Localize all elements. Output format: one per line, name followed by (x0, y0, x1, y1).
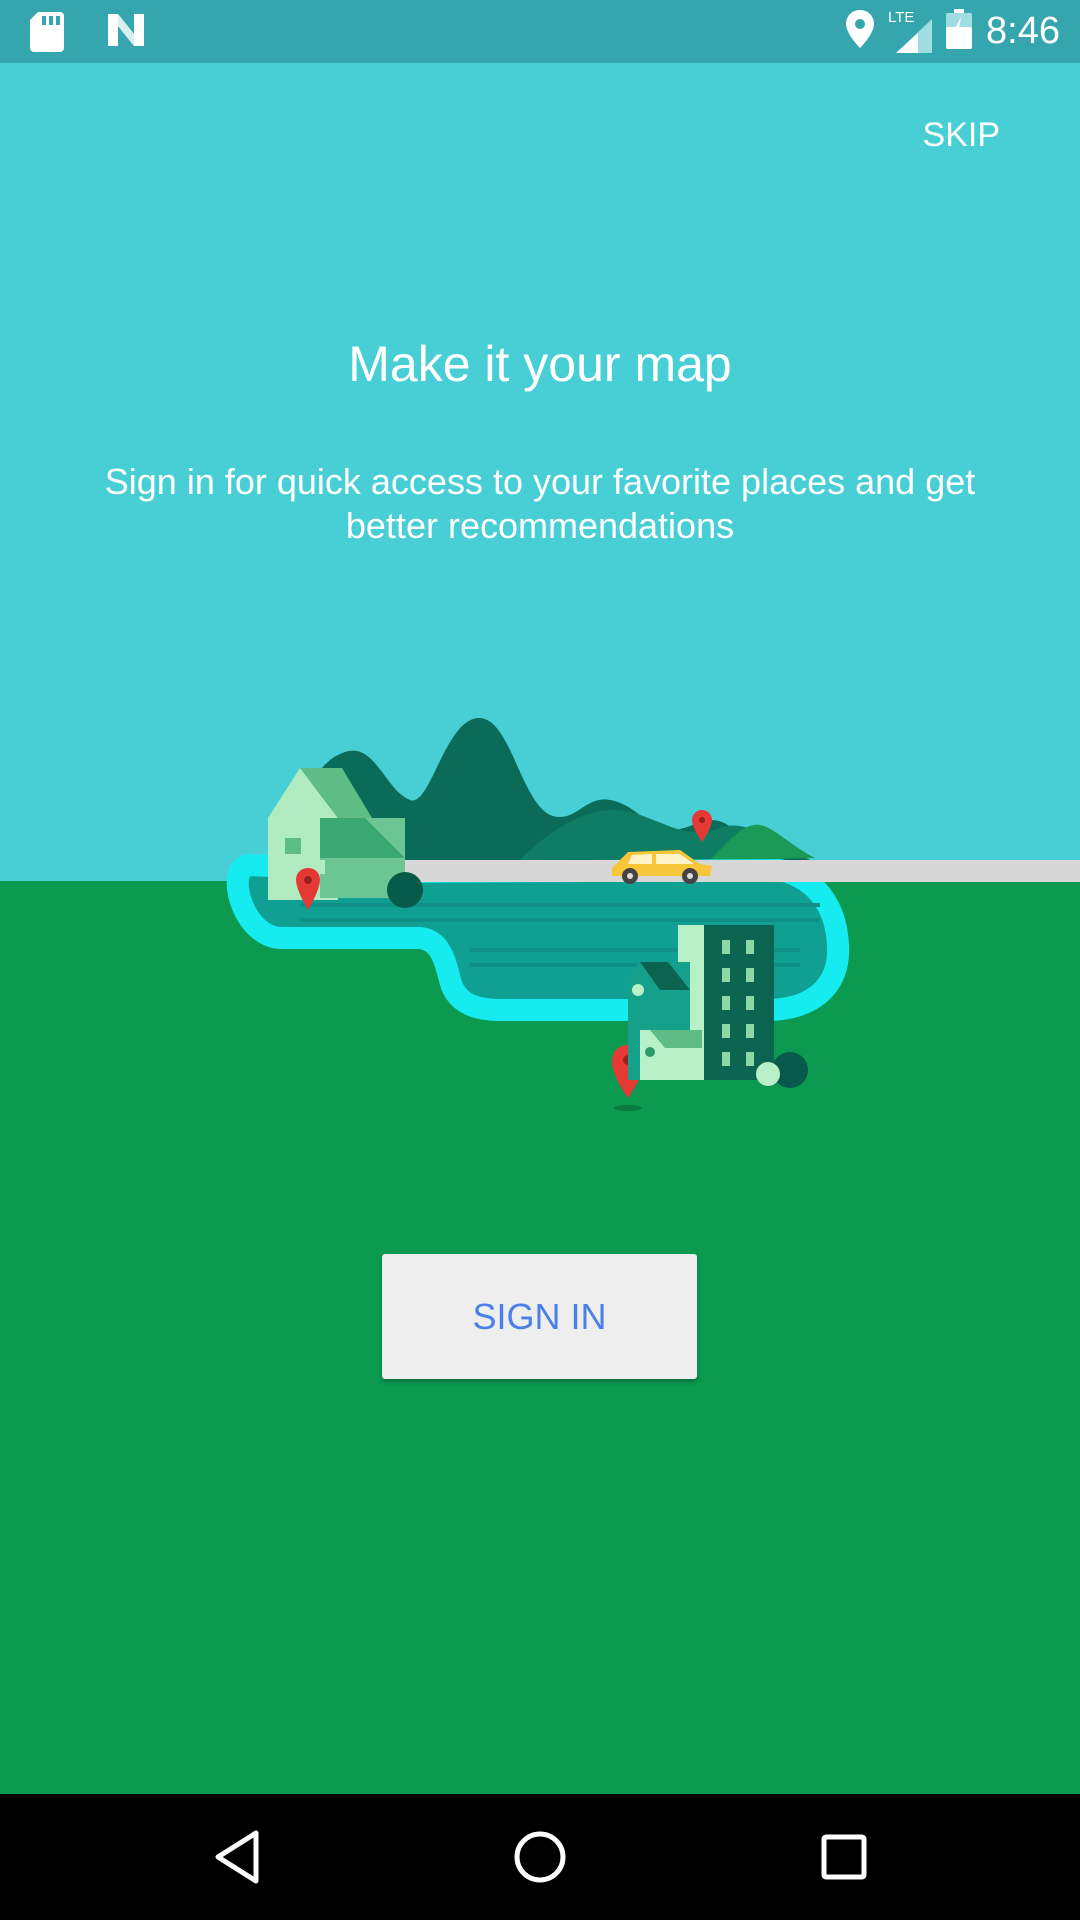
recents-icon[interactable] (814, 1827, 874, 1887)
navigation-bar (0, 1794, 1080, 1920)
status-time: 8:46 (986, 10, 1060, 52)
battery-charging-icon (946, 9, 973, 54)
signal-icon: LTE (888, 9, 933, 53)
n-logo-icon (106, 12, 146, 52)
status-bar: LTE 8:46 (0, 0, 1080, 63)
page-subtitle: Sign in for quick access to your favorit… (104, 461, 976, 546)
page-title: Make it your map (348, 336, 732, 392)
back-icon[interactable] (210, 1827, 270, 1887)
skip-button[interactable]: SKIP (919, 110, 1004, 161)
location-icon (846, 10, 875, 53)
home-icon[interactable] (510, 1827, 570, 1887)
sign-in-button[interactable]: SIGN IN (382, 1254, 697, 1379)
map-illustration (226, 717, 1080, 1111)
sd-card-icon (30, 12, 64, 52)
